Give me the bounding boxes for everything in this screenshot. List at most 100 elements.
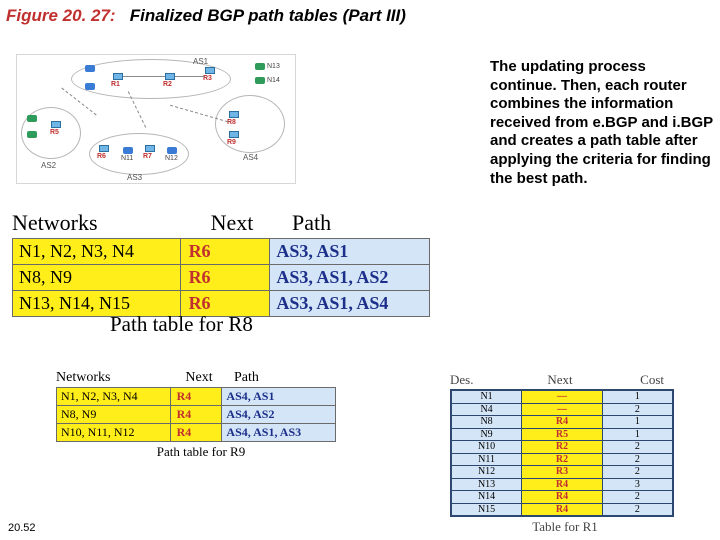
col-header: Cost [600, 372, 670, 388]
cell-next: R2 [522, 453, 603, 466]
r9-table-body: N1, N2, N3, N4R4AS4, AS1 N8, N9R4AS4, AS… [56, 387, 336, 442]
cell-next: R4 [522, 491, 603, 504]
table-row: N8, N9R6AS3, AS1, AS2 [13, 265, 430, 291]
as-label: AS2 [41, 161, 56, 170]
cell-cost: 2 [602, 453, 673, 466]
cell-des: N13 [451, 478, 522, 491]
table-row: N1, N2, N3, N4R4AS4, AS1 [57, 388, 336, 406]
table-row: N1, N2, N3, N4R6AS3, AS1 [13, 239, 430, 265]
figure-label: Figure 20. 27: [6, 6, 116, 25]
cell-networks: N8, N9 [57, 406, 171, 424]
cell-next: R4 [522, 478, 603, 491]
router-label: R9 [227, 139, 236, 146]
router-label: R5 [50, 129, 59, 136]
router-label: R6 [97, 153, 106, 160]
cell-cost: 3 [602, 478, 673, 491]
r8-table-body: N1, N2, N3, N4R6AS3, AS1 N8, N9R6AS3, AS… [12, 238, 430, 317]
col-header: Networks [12, 210, 182, 236]
cell-path: AS4, AS2 [222, 406, 336, 424]
cell-path: AS3, AS1, AS2 [270, 265, 430, 291]
topology-diagram: AS1 AS2 AS3 AS4 R1 R2 R3 N13 N14 R5 R6 N… [16, 54, 296, 184]
cell-des: N11 [451, 453, 522, 466]
cell-networks: N1, N2, N3, N4 [57, 388, 171, 406]
cell-networks: N8, N9 [13, 265, 181, 291]
cell-path: AS4, AS1, AS3 [222, 424, 336, 442]
cell-path: AS4, AS1 [222, 388, 336, 406]
explanatory-paragraph: The updating process continue. Then, eac… [490, 58, 716, 188]
table-row: N14R42 [451, 491, 673, 504]
figure-title: Figure 20. 27: Finalized BGP path tables… [6, 6, 406, 26]
figure-subtitle: Finalized BGP path tables (Part III) [130, 6, 406, 25]
cell-next: R4 [522, 503, 603, 516]
cell-next: — [522, 390, 603, 403]
as-label: AS3 [127, 173, 142, 182]
table-row: N8R41 [451, 416, 673, 429]
cell-des: N10 [451, 441, 522, 454]
table-headers: Networks Next Path [12, 210, 442, 236]
net-label: N11 [121, 155, 133, 162]
col-header: Des. [450, 372, 520, 388]
cell-next: R4 [522, 416, 603, 429]
col-header: Networks [56, 370, 170, 386]
table-row: N12R32 [451, 466, 673, 479]
r8-caption: Path table for R8 [110, 312, 253, 337]
router-label: R7 [143, 153, 152, 160]
cell-des: N4 [451, 403, 522, 416]
cell-networks: N1, N2, N3, N4 [13, 239, 181, 265]
cell-cost: 2 [602, 491, 673, 504]
cell-cost: 2 [602, 441, 673, 454]
cell-cost: 2 [602, 466, 673, 479]
cell-des: N12 [451, 466, 522, 479]
cell-des: N14 [451, 491, 522, 504]
cell-next: R2 [522, 441, 603, 454]
path-table-r9: Networks Next Path N1, N2, N3, N4R4AS4, … [56, 370, 346, 460]
cell-cost: 1 [602, 390, 673, 403]
cell-cost: 1 [602, 428, 673, 441]
col-header: Path [282, 210, 432, 236]
col-header: Next [170, 370, 228, 386]
cell-next: R6 [180, 239, 270, 265]
router-label: R2 [163, 81, 172, 88]
net-label: N13 [267, 63, 280, 70]
cell-des: N1 [451, 390, 522, 403]
net-label: N14 [267, 77, 280, 84]
cell-cost: 2 [602, 503, 673, 516]
cell-next: R5 [522, 428, 603, 441]
cell-next: R3 [522, 466, 603, 479]
cell-next: R4 [170, 388, 222, 406]
table-row: N10, N11, N12R4AS4, AS1, AS3 [57, 424, 336, 442]
cell-path: AS3, AS1, AS4 [270, 291, 430, 317]
table-headers: Des. Next Cost [450, 372, 680, 388]
table-row: N11R22 [451, 453, 673, 466]
r1-table-body: N1—1 N4—2 N8R41 N9R51 N10R22 N11R22 N12R… [450, 389, 674, 517]
cell-next: R4 [170, 406, 222, 424]
table-row: N1—1 [451, 390, 673, 403]
cell-path: AS3, AS1 [270, 239, 430, 265]
r9-caption: Path table for R9 [56, 444, 346, 460]
cost-table-r1: Des. Next Cost N1—1 N4—2 N8R41 N9R51 N10… [450, 372, 680, 535]
table-headers: Networks Next Path [56, 370, 346, 386]
net-label: N12 [165, 155, 178, 162]
table-row: N13R43 [451, 478, 673, 491]
cell-next: — [522, 403, 603, 416]
as-label: AS1 [193, 57, 208, 66]
cell-next: R6 [180, 265, 270, 291]
table-row: N10R22 [451, 441, 673, 454]
r1-caption: Table for R1 [450, 519, 680, 535]
cell-cost: 1 [602, 416, 673, 429]
table-row: N9R51 [451, 428, 673, 441]
path-table-r8: Networks Next Path N1, N2, N3, N4R6AS3, … [12, 210, 442, 317]
cell-des: N8 [451, 416, 522, 429]
router-label: R8 [227, 119, 236, 126]
cell-cost: 2 [602, 403, 673, 416]
cell-next: R4 [170, 424, 222, 442]
col-header: Path [228, 370, 338, 386]
table-row: N8, N9R4AS4, AS2 [57, 406, 336, 424]
router-label: R1 [111, 81, 120, 88]
table-row: N4—2 [451, 403, 673, 416]
cell-networks: N10, N11, N12 [57, 424, 171, 442]
slide-number: 20.52 [8, 522, 36, 534]
as-label: AS4 [243, 153, 258, 162]
col-header: Next [520, 372, 600, 388]
cell-des: N15 [451, 503, 522, 516]
